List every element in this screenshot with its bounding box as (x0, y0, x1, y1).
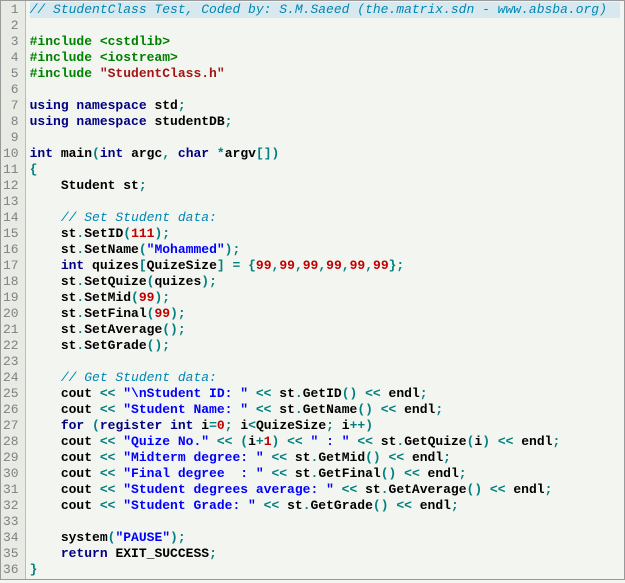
code-line: cout << "Student Grade: " << st.GetGrade… (30, 498, 620, 514)
line-number: 25 (3, 386, 19, 402)
code-line: int quizes[QuizeSize] = {99,99,99,99,99,… (30, 258, 620, 274)
code-line: st.SetMid(99); (30, 290, 620, 306)
line-number: 2 (3, 18, 19, 34)
line-number: 5 (3, 66, 19, 82)
line-number: 14 (3, 210, 19, 226)
code-line: system("PAUSE"); (30, 530, 620, 546)
line-number: 34 (3, 530, 19, 546)
line-number: 22 (3, 338, 19, 354)
line-number: 10 (3, 146, 19, 162)
code-line: using namespace studentDB; (30, 114, 620, 130)
code-line: #include <cstdlib> (30, 34, 620, 50)
line-number: 13 (3, 194, 19, 210)
code-line: using namespace std; (30, 98, 620, 114)
code-line (30, 354, 620, 370)
code-area[interactable]: // StudentClass Test, Coded by: S.M.Saee… (26, 1, 624, 579)
code-line: st.SetFinal(99); (30, 306, 620, 322)
code-line: st.SetName("Mohammed"); (30, 242, 620, 258)
code-line: cout << "Quize No." << (i+1) << " : " <<… (30, 434, 620, 450)
line-number: 3 (3, 34, 19, 50)
line-number: 27 (3, 418, 19, 434)
code-line (30, 194, 620, 210)
line-number: 6 (3, 82, 19, 98)
code-line (30, 82, 620, 98)
line-number: 19 (3, 290, 19, 306)
line-number: 21 (3, 322, 19, 338)
code-line: // Get Student data: (30, 370, 620, 386)
line-number: 28 (3, 434, 19, 450)
code-line: { (30, 162, 620, 178)
line-number: 11 (3, 162, 19, 178)
line-number: 33 (3, 514, 19, 530)
line-number: 8 (3, 114, 19, 130)
line-number: 7 (3, 98, 19, 114)
code-line: cout << "Final degree : " << st.GetFinal… (30, 466, 620, 482)
line-number: 30 (3, 466, 19, 482)
code-line: cout << "\nStudent ID: " << st.GetID() <… (30, 386, 620, 402)
line-number: 29 (3, 450, 19, 466)
code-line: st.SetID(111); (30, 226, 620, 242)
line-number: 24 (3, 370, 19, 386)
line-number: 35 (3, 546, 19, 562)
line-number: 32 (3, 498, 19, 514)
code-line: cout << "Student degrees average: " << s… (30, 482, 620, 498)
code-line: return EXIT_SUCCESS; (30, 546, 620, 562)
code-line: st.SetGrade(); (30, 338, 620, 354)
code-line: // Set Student data: (30, 210, 620, 226)
line-number: 31 (3, 482, 19, 498)
code-line (30, 130, 620, 146)
code-line: st.SetAverage(); (30, 322, 620, 338)
code-line: // StudentClass Test, Coded by: S.M.Saee… (30, 2, 620, 18)
code-line: } (30, 562, 620, 578)
code-line (30, 18, 620, 34)
line-number: 16 (3, 242, 19, 258)
line-number: 20 (3, 306, 19, 322)
code-line: Student st; (30, 178, 620, 194)
line-number: 1 (3, 2, 19, 18)
code-line: cout << "Midterm degree: " << st.GetMid(… (30, 450, 620, 466)
line-number: 9 (3, 130, 19, 146)
code-line: #include "StudentClass.h" (30, 66, 620, 82)
code-line: for (register int i=0; i<QuizeSize; i++) (30, 418, 620, 434)
code-line: int main(int argc, char *argv[]) (30, 146, 620, 162)
code-line: st.SetQuize(quizes); (30, 274, 620, 290)
line-number: 15 (3, 226, 19, 242)
line-number: 12 (3, 178, 19, 194)
line-number: 17 (3, 258, 19, 274)
code-line: #include <iostream> (30, 50, 620, 66)
code-line (30, 514, 620, 530)
line-number: 4 (3, 50, 19, 66)
line-number: 26 (3, 402, 19, 418)
line-number: 18 (3, 274, 19, 290)
line-number-gutter: 1234567891011121314151617181920212223242… (1, 1, 26, 579)
line-number: 23 (3, 354, 19, 370)
line-number: 36 (3, 562, 19, 578)
code-line: cout << "Student Name: " << st.GetName()… (30, 402, 620, 418)
code-editor: 1234567891011121314151617181920212223242… (0, 0, 625, 580)
